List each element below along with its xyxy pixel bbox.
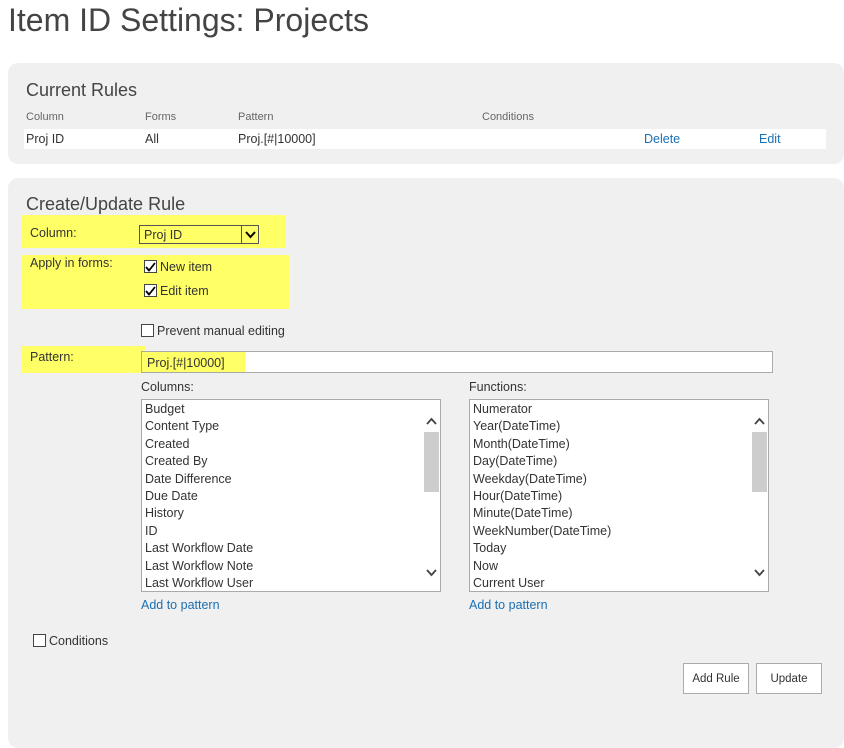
page-title: Item ID Settings: Projects: [8, 2, 370, 38]
pattern-input[interactable]: Proj.[#|10000]: [141, 351, 773, 373]
chevron-up-icon[interactable]: [751, 412, 768, 429]
conditions-checkbox[interactable]: [33, 634, 46, 647]
update-button[interactable]: Update: [756, 663, 822, 694]
list-item[interactable]: WeekNumber(DateTime): [470, 523, 768, 540]
conditions-label: Conditions: [49, 634, 109, 648]
column-header-forms: Forms: [145, 111, 177, 123]
pattern-input-value: Proj.[#|10000]: [142, 352, 245, 372]
pattern-label: Pattern:: [30, 350, 74, 364]
columns-add-to-pattern-link[interactable]: Add to pattern: [141, 598, 220, 612]
new-item-checkbox[interactable]: [144, 260, 157, 273]
column-header-conditions: Conditions: [482, 111, 534, 123]
chevron-down-icon[interactable]: [423, 564, 440, 581]
list-item[interactable]: History: [142, 505, 440, 522]
list-item[interactable]: Due Date: [142, 488, 440, 505]
column-label: Column:: [30, 226, 77, 240]
functions-add-to-pattern-link[interactable]: Add to pattern: [469, 598, 548, 612]
list-item[interactable]: Created By: [142, 453, 440, 470]
scrollbar-thumb[interactable]: [752, 432, 767, 492]
scrollbar-thumb[interactable]: [424, 432, 439, 492]
list-item[interactable]: Content Type: [142, 418, 440, 435]
columns-listbox[interactable]: Budget Content Type Created Created By Date …: [141, 399, 441, 592]
edit-item-label: Edit item: [160, 284, 209, 298]
chevron-down-icon[interactable]: [241, 226, 258, 243]
rule-column-cell: Proj ID: [26, 132, 65, 146]
list-item[interactable]: Minute(DateTime): [470, 505, 768, 522]
list-item[interactable]: Last Workflow User: [142, 575, 440, 591]
list-item[interactable]: Today: [470, 540, 768, 557]
list-item[interactable]: Now: [470, 558, 768, 575]
list-item[interactable]: ID: [142, 523, 440, 540]
list-item[interactable]: Date Difference: [142, 471, 440, 488]
delete-rule-link[interactable]: Delete: [644, 132, 680, 146]
columns-scrollbar[interactable]: [423, 400, 440, 591]
table-row: Proj ID All Proj.[#|10000] Delete Edit: [24, 129, 826, 149]
prevent-manual-editing-checkbox[interactable]: [141, 324, 154, 337]
chevron-up-icon[interactable]: [423, 412, 440, 429]
forms-label: Apply in forms:: [30, 256, 113, 270]
functions-scrollbar[interactable]: [751, 400, 768, 591]
list-item[interactable]: Weekday(DateTime): [470, 471, 768, 488]
create-rule-panel: Create/Update Rule Column: Proj ID Apply…: [8, 178, 844, 748]
functions-label: Functions:: [469, 380, 527, 394]
columns-label: Columns:: [141, 380, 194, 394]
current-rules-title: Current Rules: [26, 80, 138, 100]
column-header-column: Column: [26, 111, 64, 123]
add-rule-button[interactable]: Add Rule: [683, 663, 749, 694]
edit-item-checkbox[interactable]: [144, 284, 157, 297]
edit-rule-link[interactable]: Edit: [759, 132, 781, 146]
current-rules-panel: Current Rules Column Forms Pattern Condi…: [8, 63, 844, 164]
list-item[interactable]: Last Workflow Date: [142, 540, 440, 557]
checkmark-icon: [145, 285, 156, 296]
functions-list: Numerator Year(DateTime) Month(DateTime) Da…: [470, 400, 768, 591]
column-select-value: Proj ID: [144, 228, 183, 242]
column-header-pattern: Pattern: [238, 111, 274, 123]
list-item[interactable]: Current User: [470, 575, 768, 591]
functions-listbox[interactable]: Numerator Year(DateTime) Month(DateTime) Da…: [469, 399, 769, 592]
list-item[interactable]: Created: [142, 436, 440, 453]
list-item[interactable]: Hour(DateTime): [470, 488, 768, 505]
list-item[interactable]: Day(DateTime): [470, 453, 768, 470]
checkmark-icon: [145, 261, 156, 272]
create-rule-title: Create/Update Rule: [26, 194, 186, 214]
prevent-manual-editing-label: Prevent manual editing: [157, 324, 285, 338]
new-item-label: New item: [160, 260, 213, 274]
chevron-down-icon[interactable]: [751, 564, 768, 581]
list-item[interactable]: Numerator: [470, 401, 768, 418]
list-item[interactable]: Year(DateTime): [470, 418, 768, 435]
rule-forms-cell: All: [145, 132, 159, 146]
rule-pattern-cell: Proj.[#|10000]: [238, 132, 316, 146]
list-item[interactable]: Budget: [142, 401, 440, 418]
list-item[interactable]: Month(DateTime): [470, 436, 768, 453]
list-item[interactable]: Last Workflow Note: [142, 558, 440, 575]
columns-list: Budget Content Type Created Created By Date …: [142, 400, 440, 591]
column-select[interactable]: Proj ID: [139, 225, 259, 244]
